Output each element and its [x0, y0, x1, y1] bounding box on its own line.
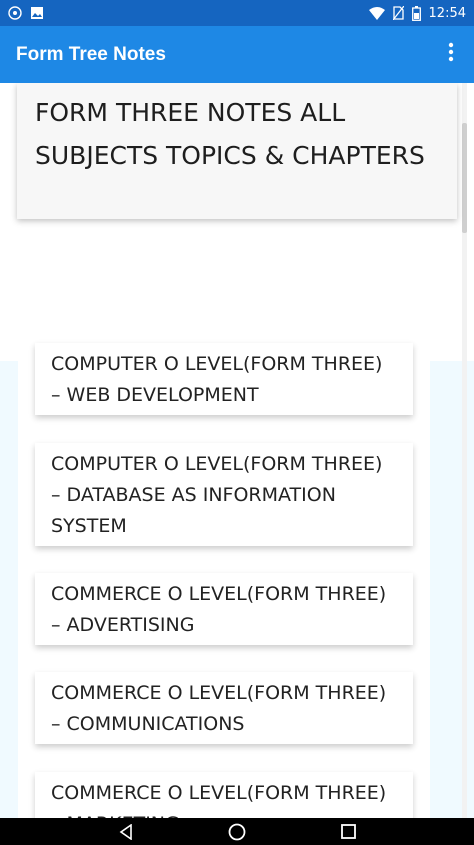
battery-icon: [411, 5, 421, 21]
list-item[interactable]: COMPUTER O LEVEL(FORM THREE) – DATABASE …: [35, 443, 413, 546]
recents-icon[interactable]: [328, 818, 368, 845]
status-bar: 12:54: [0, 0, 474, 26]
status-right-icons: 12:54: [368, 5, 466, 21]
app-title: Form Tree Notes: [16, 43, 166, 65]
list-item-label: COMMERCE O LEVEL(FORM THREE) – COMMUNICA…: [51, 682, 387, 735]
status-time: 12:54: [428, 5, 466, 21]
page-title: FORM THREE NOTES ALL SUBJECTS TOPICS & C…: [35, 98, 425, 170]
more-vert-icon[interactable]: [444, 38, 458, 71]
home-icon[interactable]: [217, 818, 257, 845]
list-item-label: COMMERCE O LEVEL(FORM THREE) – ADVERTISI…: [51, 583, 387, 636]
scrollbar-thumb[interactable]: [462, 123, 467, 233]
list-item[interactable]: COMMERCE O LEVEL(FORM THREE) – MARKETING: [35, 772, 413, 818]
list-item-label: COMPUTER O LEVEL(FORM THREE) – DATABASE …: [51, 453, 383, 537]
list-item[interactable]: COMMERCE O LEVEL(FORM THREE) – ADVERTISI…: [35, 573, 413, 645]
wifi-icon: [368, 6, 385, 20]
image-icon: [30, 6, 44, 20]
back-icon[interactable]: [106, 818, 146, 845]
list-item-label: COMPUTER O LEVEL(FORM THREE) – WEB DEVEL…: [51, 353, 383, 406]
list-item[interactable]: COMMERCE O LEVEL(FORM THREE) – COMMUNICA…: [35, 672, 413, 744]
nav-bar: [0, 818, 474, 845]
list-item[interactable]: COMPUTER O LEVEL(FORM THREE) – WEB DEVEL…: [35, 343, 413, 415]
status-left-icons: [8, 6, 44, 20]
list-item-label: COMMERCE O LEVEL(FORM THREE) – MARKETING: [51, 782, 387, 818]
hotspot-icon: [8, 6, 22, 20]
header-card: FORM THREE NOTES ALL SUBJECTS TOPICS & C…: [17, 83, 457, 219]
no-sim-icon: [392, 6, 404, 20]
content-area[interactable]: FORM THREE NOTES ALL SUBJECTS TOPICS & C…: [0, 83, 474, 818]
app-bar: Form Tree Notes: [0, 26, 474, 83]
